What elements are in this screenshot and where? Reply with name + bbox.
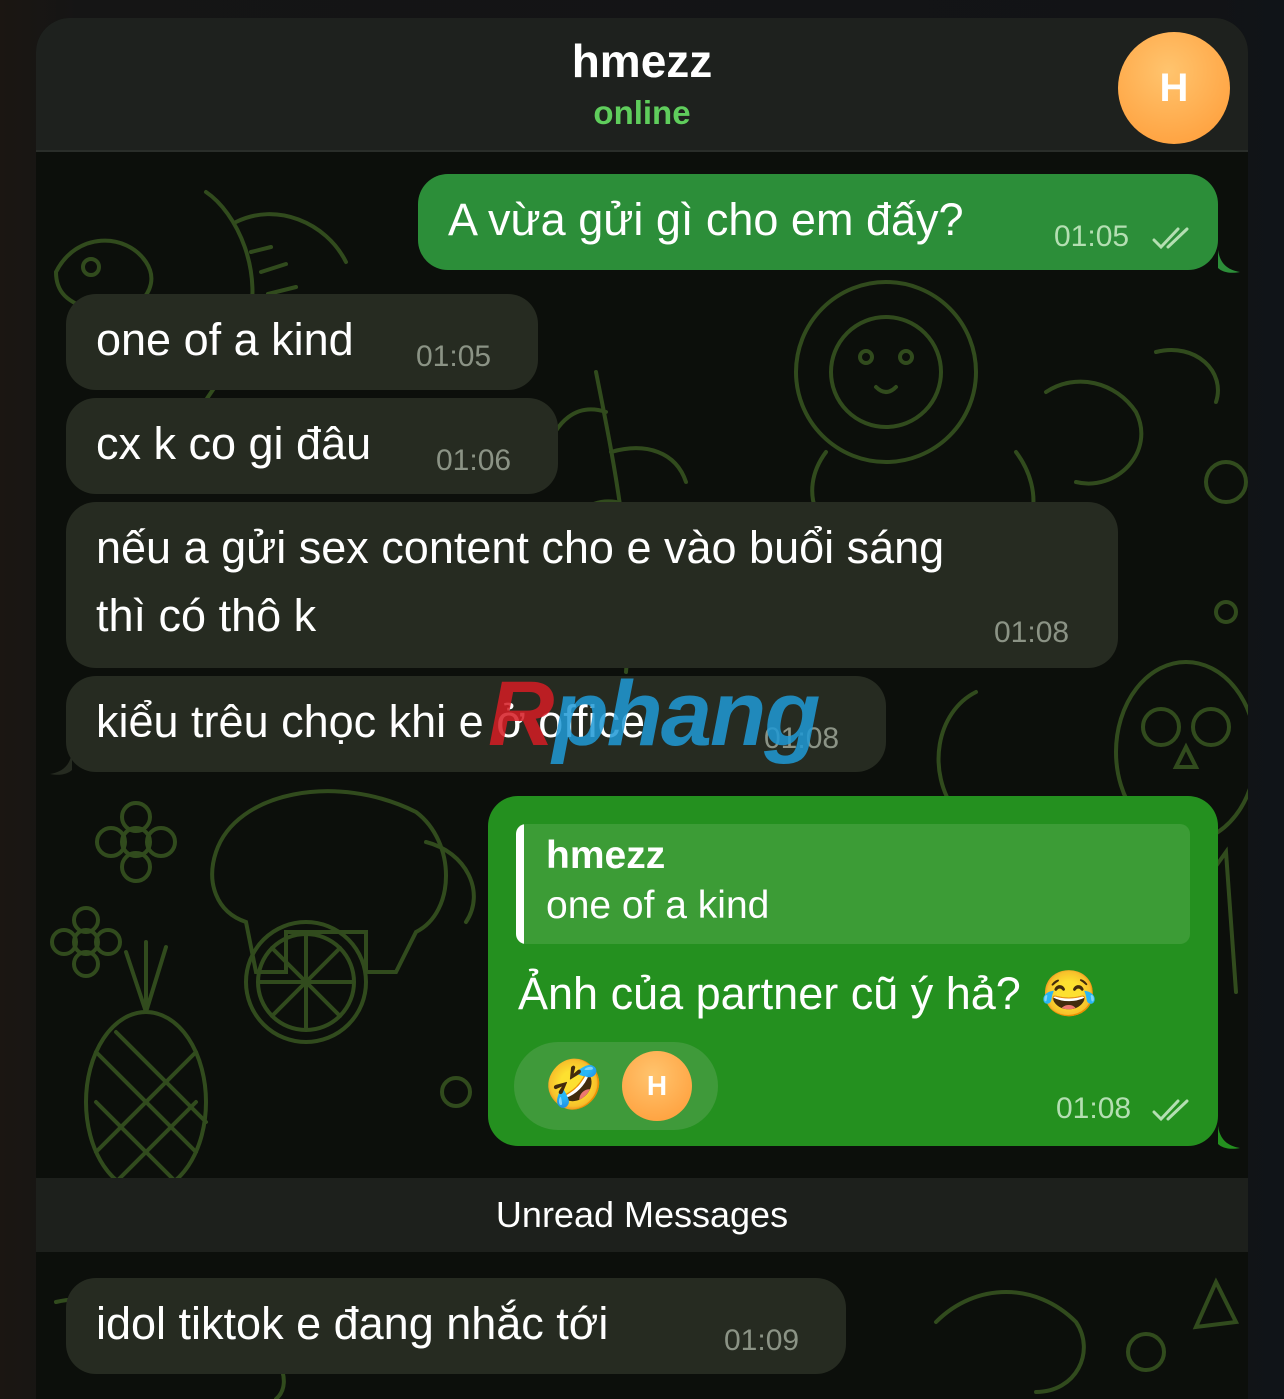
contact-name[interactable]: hmezz <box>36 34 1248 88</box>
read-double-check-icon <box>1152 1099 1189 1122</box>
message-incoming[interactable]: one of a kind 01:05 <box>66 294 538 390</box>
message-text: A vừa gửi gì cho em đấy? <box>448 194 964 245</box>
message-time: 01:05 <box>1054 220 1130 253</box>
chat-header: hmezz online H <box>36 18 1248 152</box>
reaction-pill[interactable]: 🤣 H <box>514 1042 718 1130</box>
message-text: idol tiktok e đang nhắc tới <box>96 1298 609 1349</box>
reply-quote[interactable]: hmezz one of a kind <box>516 824 1190 944</box>
message-text: Ảnh của partner cũ ý hả? 😂 <box>518 962 1097 1026</box>
message-text-line-1: nếu a gửi sex content cho e vào buổi sán… <box>96 522 945 573</box>
message-incoming[interactable]: nếu a gửi sex content cho e vào buổi sán… <box>66 502 1118 668</box>
bubble-tail <box>50 752 72 775</box>
laughing-emoji: 😂 <box>1041 968 1098 1019</box>
reply-quote-text: one of a kind <box>546 884 770 927</box>
message-outgoing-reply[interactable]: hmezz one of a kind Ảnh của partner cũ ý… <box>488 796 1218 1146</box>
bubble-tail <box>1218 1126 1240 1149</box>
message-text: one of a kind <box>96 314 354 365</box>
bubble-tail <box>1218 250 1240 273</box>
reply-quote-author: hmezz <box>546 834 666 877</box>
unread-messages-divider: Unread Messages <box>36 1178 1248 1252</box>
message-time: 01:06 <box>436 444 512 477</box>
message-time: 01:05 <box>416 340 492 373</box>
chat-window: hmezz online H A vừa gửi gì cho em đấy? … <box>36 18 1248 1399</box>
message-time: 01:08 <box>994 616 1070 649</box>
message-text: cx k co gi đâu <box>96 418 372 469</box>
watermark-logo: Rphang <box>488 663 820 765</box>
contact-status: online <box>593 94 691 131</box>
read-double-check-icon <box>1152 227 1189 250</box>
message-text-line-2: thì có thô k <box>96 590 317 641</box>
avatar[interactable]: H <box>1118 32 1230 144</box>
message-incoming[interactable]: cx k co gi đâu 01:06 <box>66 398 558 494</box>
reply-quote-bar <box>516 824 524 944</box>
rofl-reaction-emoji: 🤣 <box>544 1059 604 1112</box>
reaction-avatar: H <box>622 1051 692 1121</box>
message-time: 01:09 <box>724 1324 800 1357</box>
message-text-body: Ảnh của partner cũ ý hả? <box>518 968 1021 1019</box>
message-incoming[interactable]: idol tiktok e đang nhắc tới 01:09 <box>66 1278 846 1374</box>
message-outgoing[interactable]: A vừa gửi gì cho em đấy? 01:05 <box>418 174 1218 270</box>
message-time: 01:08 <box>1056 1092 1132 1125</box>
